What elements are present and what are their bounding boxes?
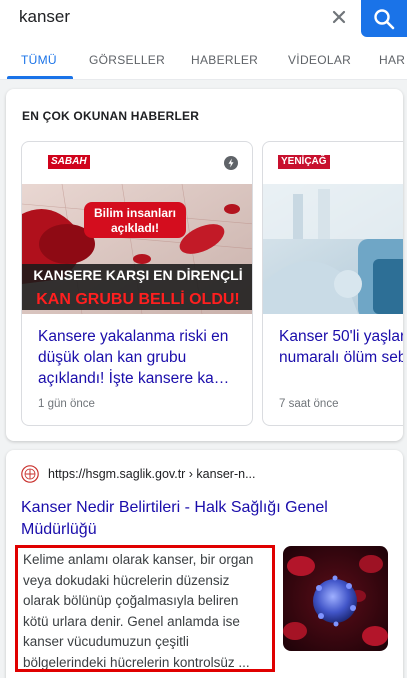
site-favicon: [21, 465, 39, 483]
result-title[interactable]: Kanser Nedir Belirtileri - Halk Sağlığı …: [21, 497, 351, 541]
image-headline: KANSERE KARŞI EN DİRENÇLİ: [33, 267, 242, 283]
source-logo-sabah: SABAH: [48, 155, 90, 169]
image-text-line: açıkladı!: [111, 221, 159, 235]
story-title[interactable]: Kanser 50'li yaşlar numaralı ölüm seb: [279, 326, 403, 368]
tab-all[interactable]: TÜMÜ: [21, 53, 57, 67]
search-result: https://hsgm.saglik.gov.tr › kanser-n...…: [6, 450, 403, 678]
tab-videos[interactable]: VİDEOLAR: [288, 53, 351, 67]
story-title-line: Kanser 50'li yaşlar: [279, 328, 403, 345]
top-stories-card: EN ÇOK OKUNAN HABERLER SABAH Bilim insan…: [6, 89, 403, 441]
search-input[interactable]: kanser: [19, 7, 70, 27]
tab-more[interactable]: HAR: [379, 53, 405, 67]
news-story[interactable]: SABAH Bilim insanları açıkladı! KANSERE …: [21, 141, 253, 426]
story-title-line: numaralı ölüm seb: [279, 349, 403, 366]
search-button[interactable]: [361, 0, 407, 37]
image-headline: KAN GRUBU BELLİ OLDU!: [36, 290, 240, 308]
result-snippet: Kelime anlamı olarak kanser, bir organ v…: [15, 545, 275, 672]
active-tab-indicator: [7, 76, 73, 79]
search-bar: kanser: [0, 0, 407, 38]
result-thumbnail[interactable]: [283, 546, 388, 651]
tab-images[interactable]: GÖRSELLER: [89, 53, 165, 67]
clear-icon[interactable]: [328, 6, 350, 28]
story-title[interactable]: Kansere yakalanma riski en düşük olan ka…: [38, 326, 244, 389]
amp-icon: [224, 156, 238, 170]
source-logo-yenicag: YENİÇAĞ: [278, 155, 330, 169]
image-text-line: Bilim insanları: [94, 206, 176, 220]
search-tabs: TÜMÜ GÖRSELLER HABERLER VİDEOLAR HAR: [0, 38, 407, 80]
top-stories-heading: EN ÇOK OKUNAN HABERLER: [22, 109, 200, 123]
story-thumbnail: [263, 184, 403, 314]
story-time: 7 saat önce: [279, 398, 339, 410]
news-story[interactable]: YENİÇAĞ Kanser 50'li yaşlar numaralı ölü…: [262, 141, 403, 426]
tab-news[interactable]: HABERLER: [191, 53, 258, 67]
result-url[interactable]: https://hsgm.saglik.gov.tr › kanser-n...: [48, 467, 255, 481]
story-thumbnail: Bilim insanları açıkladı! KANSERE KARŞI …: [22, 184, 252, 314]
story-time: 1 gün önce: [38, 398, 95, 410]
search-icon: [374, 9, 395, 30]
